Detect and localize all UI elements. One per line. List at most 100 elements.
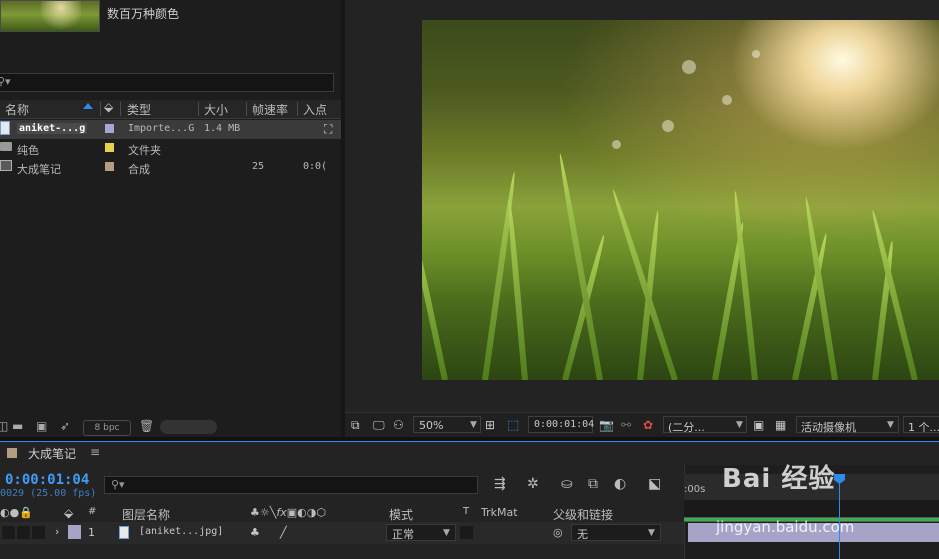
new-composition-icon[interactable]: ▣	[36, 419, 47, 433]
project-toolbar: ◫ ▬ ▣ ➶ 8 bpc 🗑	[0, 416, 341, 438]
label-color-swatch[interactable]	[105, 124, 114, 133]
av-features-icons: ◐●🔒	[0, 506, 33, 519]
new-folder-icon[interactable]: ▬	[12, 419, 23, 433]
safe-margins-icon[interactable]: ⊞	[485, 418, 495, 432]
draft-3d-icon[interactable]: ✲	[527, 476, 539, 492]
chevron-down-icon: ▼	[443, 528, 450, 538]
grass-blade	[732, 190, 758, 380]
timeline-search-input[interactable]: ⚲▾	[104, 476, 478, 494]
column-mode: 模式	[389, 508, 414, 522]
view-layout-dropdown[interactable]: 1 个...	[903, 416, 939, 434]
column-name[interactable]: 名称	[5, 101, 29, 118]
region-of-interest-icon[interactable]: ⬚	[507, 418, 519, 433]
render-queue-icon[interactable]: ➶	[60, 419, 70, 433]
zoom-dropdown[interactable]: 50% ▼	[413, 416, 481, 433]
graph-editor-icon[interactable]: ⬕	[648, 476, 661, 492]
item-size: 1.4 MB	[204, 123, 241, 134]
always-preview-icon[interactable]: ⧉	[351, 418, 360, 433]
monitor-icon[interactable]: 🖵	[373, 418, 385, 433]
column-number: #	[88, 506, 97, 517]
layer-column-header: ◐●🔒 ⬙ # 图层名称 ♣☼╲fx▣◐◑⬡ 模式 T TrkMat 父级和链接	[0, 505, 684, 523]
viewer-timecode: 0:00:01:04	[534, 419, 595, 430]
mask-visibility-icon[interactable]: ⚇	[393, 418, 404, 432]
label-color-swatch[interactable]	[105, 162, 114, 171]
project-column-header: 名称 ⬙ 类型 大小 帧速率 入点	[0, 100, 341, 119]
item-framerate: 25	[252, 161, 265, 172]
project-scrollbar[interactable]	[160, 420, 217, 434]
bokeh-light	[662, 120, 674, 132]
audio-toggle[interactable]	[17, 526, 30, 539]
camera-view-dropdown[interactable]: 活动摄像机 ▼	[796, 416, 899, 434]
column-in-point[interactable]: 入点	[303, 101, 327, 118]
solo-toggle[interactable]	[32, 526, 45, 539]
preserve-transparency-toggle[interactable]	[460, 526, 473, 539]
bokeh-light	[722, 95, 732, 105]
shy-switch-icon[interactable]: ♣	[250, 526, 260, 539]
timeline-comp-name: 大成笔记	[28, 447, 77, 461]
folder-icon	[0, 142, 12, 151]
snapshot-camera-icon[interactable]: 📷	[599, 418, 614, 432]
image-file-icon	[0, 121, 10, 135]
project-item-row[interactable]: 纯色 文件夹	[0, 139, 341, 158]
panel-menu-icon[interactable]: ≡	[90, 445, 100, 459]
chevron-right-icon[interactable]: ›	[55, 525, 59, 538]
timeline-tab[interactable]: 大成笔记 ≡	[0, 442, 110, 464]
composition-mini-flowchart-icon[interactable]: ⇶	[494, 476, 506, 492]
column-layer-name[interactable]: 图层名称	[122, 506, 170, 523]
transparency-grid-icon[interactable]: ▦	[775, 418, 786, 432]
column-size[interactable]: 大小	[204, 101, 228, 118]
grass-blade	[422, 222, 448, 380]
layer-row[interactable]: › 1 [aniket...jpg] ♣ ╱ 正常 ▼ ◎ 无 ▼	[0, 522, 684, 544]
pick-whip-icon[interactable]: ◎	[553, 526, 563, 539]
visibility-toggle[interactable]	[2, 526, 15, 539]
show-snapshot-icon[interactable]: ⚯	[621, 418, 631, 432]
watermark-url: jingyan.baidu.com	[716, 518, 855, 536]
fast-preview-icon[interactable]: ▣	[753, 418, 764, 432]
bokeh-light	[612, 140, 621, 149]
sort-ascending-icon[interactable]	[83, 103, 93, 109]
grass-blade	[803, 196, 838, 380]
column-preserve-transparency: T	[463, 506, 470, 517]
current-time-display[interactable]: 0:00:01:04	[528, 416, 595, 433]
time-navigator[interactable]	[684, 500, 939, 517]
image-file-icon	[119, 526, 129, 539]
column-type[interactable]: 类型	[127, 101, 151, 118]
search-icon: ⚲▾	[111, 478, 125, 491]
item-name: 大成笔记	[17, 163, 61, 176]
comp-label-swatch	[7, 448, 17, 458]
bit-depth-button[interactable]: 8 bpc	[83, 420, 131, 436]
frame-blending-icon[interactable]: ⧉	[588, 476, 598, 492]
flowchart-icon[interactable]: ⛶	[324, 122, 332, 137]
bokeh-light	[752, 50, 760, 58]
project-item-row[interactable]: aniket-...g Importe...G 1.4 MB ⛶	[0, 120, 341, 139]
project-search-input[interactable]: ⚲▾	[0, 73, 334, 92]
current-time-indicator-line[interactable]	[839, 474, 840, 559]
resolution-dropdown[interactable]: (二分... ▼	[663, 416, 747, 434]
shy-layers-icon[interactable]: ⛀	[561, 476, 573, 492]
blend-mode-dropdown[interactable]: 正常 ▼	[386, 524, 456, 541]
channel-rgb-icon[interactable]: ✿	[643, 418, 653, 432]
project-item-row[interactable]: 大成笔记 合成 25 0:0(	[0, 158, 341, 177]
layer-label-swatch[interactable]	[68, 525, 81, 539]
timeline-current-time[interactable]: 0:00:01:04	[5, 472, 89, 488]
item-in-point: 0:0(	[303, 161, 328, 172]
layer-switches-icons: ♣☼╲fx▣◐◑⬡	[250, 506, 326, 519]
motion-blur-icon[interactable]: ◐	[614, 476, 626, 492]
column-parent-link: 父级和链接	[553, 508, 614, 522]
resolution-value: (二分...	[668, 421, 705, 434]
parent-dropdown[interactable]: 无 ▼	[571, 524, 661, 541]
label-tag-icon[interactable]: ⬙	[64, 506, 73, 520]
quality-switch-icon[interactable]: ╱	[280, 526, 287, 539]
view-layout-value: 1 个...	[908, 421, 939, 434]
trash-icon[interactable]: 🗑	[139, 419, 154, 433]
search-icon: ⚲▾	[0, 75, 11, 88]
grass-blade	[506, 200, 528, 380]
baidu-watermark: Bai 经验	[722, 464, 836, 494]
layer-name[interactable]: [aniket...jpg]	[139, 526, 223, 537]
frame-rate-readout: 0029 (25.00 fps)	[0, 488, 97, 499]
interpret-footage-icon[interactable]: ◫	[0, 419, 8, 433]
label-tag-icon[interactable]: ⬙	[104, 100, 113, 114]
item-name: aniket-...g	[17, 123, 88, 134]
label-color-swatch[interactable]	[105, 143, 114, 152]
column-framerate[interactable]: 帧速率	[252, 101, 288, 118]
